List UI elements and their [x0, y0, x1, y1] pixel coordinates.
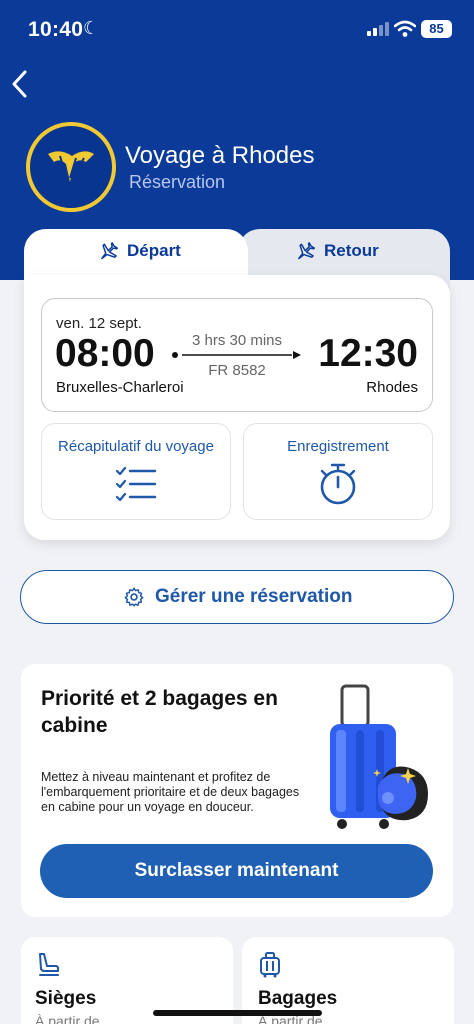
upsell-title: Priorité et 2 bagages en cabine: [41, 687, 278, 737]
tab-retour-label: Retour: [324, 241, 379, 260]
upgrade-button-label: Surclasser maintenant: [134, 860, 339, 881]
departure-city: Bruxelles-Charleroi: [56, 379, 184, 396]
flight-duration: 3 hrs 30 mins: [191, 332, 283, 349]
status-bar: 10:40 ☾ 85: [0, 0, 474, 60]
luggage-icon: [260, 952, 280, 978]
arrival-city: Rhodes: [366, 379, 418, 396]
plane-icon: [298, 242, 315, 260]
trip-title: Voyage à Rhodes: [125, 142, 315, 169]
bags-title: Bagages: [258, 988, 338, 1009]
back-arrow-icon[interactable]: [8, 68, 32, 100]
battery-indicator: 85: [421, 20, 452, 38]
plane-icon: [101, 242, 118, 260]
checkin-label: Enregistrement: [287, 438, 389, 455]
route-line: [172, 351, 301, 359]
seats-title: Sièges: [35, 988, 97, 1009]
upsell-description: Mettez à niveau maintenant et profitez d…: [41, 770, 300, 814]
trip-summary-label: Récapitulatif du voyage: [58, 438, 214, 455]
gear-icon: [124, 587, 144, 607]
wifi-icon: [394, 20, 416, 37]
home-indicator[interactable]: [153, 1010, 322, 1016]
flight-date: ven. 12 sept.: [56, 315, 142, 332]
stopwatch-icon: [320, 463, 356, 505]
status-time: 10:40: [28, 18, 84, 41]
arrival-time: 12:30: [318, 332, 418, 375]
harp-logo-icon: [48, 151, 94, 182]
signal-icon: [367, 22, 391, 36]
trip-subtitle: Réservation: [129, 172, 226, 192]
checklist-icon: [115, 466, 157, 502]
manage-booking-label: Gérer une réservation: [155, 586, 353, 607]
seats-subtitle: À partir de: [35, 1013, 100, 1024]
luggage-illustration: [330, 684, 428, 829]
moon-icon: ☾: [83, 18, 100, 38]
seat-icon: [39, 953, 59, 976]
departure-time: 08:00: [55, 332, 155, 375]
flight-number: FR 8582: [208, 362, 266, 379]
airline-logo: [26, 122, 116, 212]
tab-depart-label: Départ: [127, 241, 181, 260]
